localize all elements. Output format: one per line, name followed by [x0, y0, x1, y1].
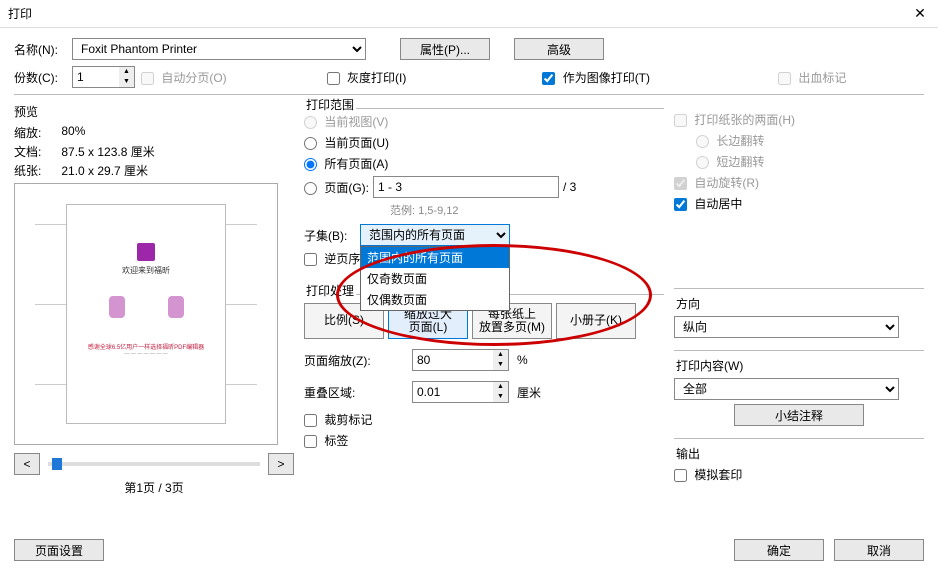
- short-edge-radio: 短边翻转: [696, 153, 764, 170]
- orientation-select[interactable]: 纵向: [674, 316, 899, 338]
- all-pages-radio[interactable]: 所有页面(A): [304, 155, 388, 172]
- copies-down-icon[interactable]: ▼: [119, 77, 134, 87]
- name-label: 名称(N):: [14, 41, 72, 58]
- subset-option-odd[interactable]: 仅奇数页面: [361, 268, 509, 289]
- orientation-title: 方向: [674, 295, 702, 312]
- paper-label: 纸张:: [14, 162, 41, 179]
- close-icon[interactable]: ✕: [910, 5, 930, 22]
- auto-center-checkbox[interactable]: 自动居中: [674, 195, 742, 212]
- page-indicator: 第1页 / 3页: [14, 479, 294, 496]
- page-zoom-unit: %: [517, 353, 528, 367]
- current-view-radio: 当前视图(V): [304, 113, 388, 130]
- copies-label: 份数(C):: [14, 69, 72, 86]
- grayscale-checkbox[interactable]: 灰度打印(I): [327, 69, 407, 86]
- advanced-button[interactable]: 高级: [514, 38, 604, 60]
- preview-page: 欢迎来到福昕 感谢全球6.5亿用户一样选择福昕PDF编辑器 — — — — — …: [66, 204, 226, 424]
- pages-example: 范例: 1,5-9,12: [390, 202, 664, 218]
- page-zoom-label: 页面缩放(Z):: [304, 352, 404, 369]
- current-page-radio[interactable]: 当前页面(U): [304, 134, 389, 151]
- range-title: 打印范围: [304, 96, 356, 113]
- doc-label: 文档:: [14, 143, 41, 160]
- printer-select[interactable]: Foxit Phantom Printer: [72, 38, 366, 60]
- preview-title: 预览: [14, 103, 294, 120]
- subset-dropdown[interactable]: 范围内的所有页面 仅奇数页面 仅偶数页面: [360, 246, 510, 311]
- pages-input[interactable]: [373, 176, 559, 198]
- overprint-checkbox[interactable]: 模拟套印: [674, 466, 742, 483]
- preview-canvas: 欢迎来到福昕 感谢全球6.5亿用户一样选择福昕PDF编辑器 — — — — — …: [14, 183, 278, 445]
- tab-booklet[interactable]: 小册子(K): [556, 303, 636, 339]
- doc-value: 87.5 x 123.8 厘米: [61, 143, 154, 160]
- duplex-checkbox: 打印纸张的两面(H): [674, 113, 795, 127]
- page-zoom-stepper[interactable]: ▲▼: [412, 349, 509, 371]
- crop-marks-checkbox[interactable]: 裁剪标记: [304, 411, 372, 428]
- bleed-checkbox: 出血标记: [778, 69, 846, 86]
- scale-label: 缩放:: [14, 124, 41, 141]
- long-edge-radio: 长边翻转: [696, 132, 764, 149]
- next-page-button[interactable]: >: [268, 453, 294, 475]
- copies-up-icon[interactable]: ▲: [119, 67, 134, 77]
- overlap-unit: 厘米: [517, 384, 541, 401]
- output-title: 输出: [674, 445, 702, 462]
- cancel-button[interactable]: 取消: [834, 539, 924, 561]
- dialog-title: 打印: [8, 5, 910, 22]
- ok-button[interactable]: 确定: [734, 539, 824, 561]
- print-content-title: 打印内容(W): [674, 357, 745, 374]
- subset-option-even[interactable]: 仅偶数页面: [361, 289, 509, 310]
- page-slider[interactable]: [48, 462, 260, 466]
- collate-checkbox: 自动分页(O): [141, 69, 227, 86]
- as-image-checkbox[interactable]: 作为图像打印(T): [542, 69, 650, 86]
- paper-value: 21.0 x 29.7 厘米: [61, 162, 148, 179]
- handling-title: 打印处理: [304, 282, 356, 299]
- page-setup-button[interactable]: 页面设置: [14, 539, 104, 561]
- overlap-label: 重叠区域:: [304, 384, 404, 401]
- pages-radio[interactable]: 页面(G):: [304, 179, 369, 196]
- scale-value: 80%: [61, 124, 85, 141]
- overlap-stepper[interactable]: ▲▼: [412, 381, 509, 403]
- subset-select[interactable]: 范围内的所有页面: [360, 224, 510, 246]
- subset-option-all[interactable]: 范围内的所有页面: [361, 247, 509, 268]
- properties-button[interactable]: 属性(P)...: [400, 38, 490, 60]
- prev-page-button[interactable]: <: [14, 453, 40, 475]
- summary-button[interactable]: 小结注释: [734, 404, 864, 426]
- print-content-select[interactable]: 全部: [674, 378, 899, 400]
- labels-checkbox[interactable]: 标签: [304, 432, 348, 449]
- copies-stepper[interactable]: ▲▼: [72, 66, 135, 88]
- pages-total: / 3: [563, 180, 576, 194]
- subset-label: 子集(B):: [304, 227, 356, 244]
- auto-rotate-checkbox: 自动旋转(R): [674, 174, 759, 191]
